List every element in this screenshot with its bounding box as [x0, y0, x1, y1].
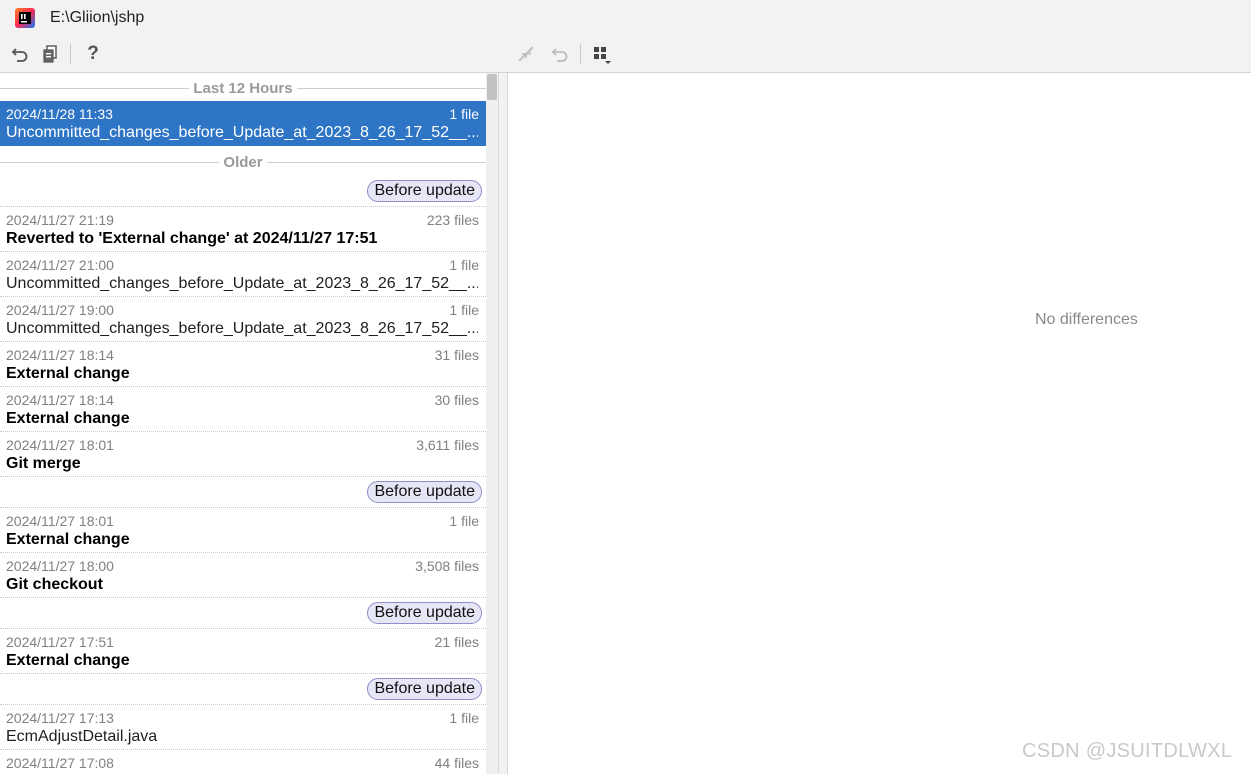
- entry-label: Uncommitted_changes_before_Update_at_202…: [6, 320, 478, 337]
- undo-arrow-icon: [11, 48, 28, 62]
- history-entry-selected[interactable]: 2024/11/28 11:33 1 file Uncommitted_chan…: [0, 101, 486, 146]
- entry-label: External change: [6, 365, 130, 382]
- entry-file-count: 44 files: [434, 755, 479, 771]
- entry-timestamp: 2024/11/27 17:51: [6, 634, 114, 650]
- history-entry[interactable]: 2024/11/27 17:08 44 files: [0, 750, 486, 774]
- tag-row: Before update: [0, 176, 486, 207]
- entry-timestamp: 2024/11/27 17:13: [6, 710, 114, 726]
- before-update-tag[interactable]: Before update: [367, 602, 482, 624]
- watermark: CSDN @JSUITDLWXL: [1022, 740, 1233, 762]
- help-button[interactable]: ?: [81, 42, 105, 66]
- entry-file-count: 1 file: [449, 106, 479, 122]
- revert-selected-button[interactable]: [548, 42, 572, 66]
- grid-dropdown-icon: [594, 47, 611, 64]
- history-entry[interactable]: 2024/11/27 21:19 223 files Reverted to '…: [0, 207, 486, 252]
- tag-row: Before update: [0, 598, 486, 629]
- entry-file-count: 1 file: [449, 257, 479, 273]
- title-bar: [0, 0, 1251, 37]
- entry-file-count: 21 files: [434, 634, 479, 650]
- entry-file-count: 30 files: [434, 392, 479, 408]
- history-entry[interactable]: 2024/11/27 17:13 1 file EcmAdjustDetail.…: [0, 705, 486, 750]
- entry-timestamp: 2024/11/27 18:01: [6, 513, 114, 529]
- diff-pane: [509, 73, 1251, 774]
- history-entry[interactable]: 2024/11/27 19:00 1 file Uncommitted_chan…: [0, 297, 486, 342]
- entry-file-count: 31 files: [434, 347, 479, 363]
- entry-timestamp: 2024/11/27 18:14: [6, 347, 114, 363]
- intellij-app-icon: [15, 8, 35, 28]
- entry-label: External change: [6, 652, 130, 669]
- entry-label: Git checkout: [6, 576, 103, 593]
- entry-timestamp: 2024/11/27 21:00: [6, 257, 114, 273]
- merge-arrows-icon: [518, 46, 534, 62]
- history-entry[interactable]: 2024/11/27 21:00 1 file Uncommitted_chan…: [0, 252, 486, 297]
- tag-row: Before update: [0, 477, 486, 508]
- entry-label: External change: [6, 531, 130, 548]
- entry-label: EcmAdjustDetail.java: [6, 728, 158, 745]
- pane-splitter[interactable]: [498, 73, 508, 774]
- entry-label: External change: [6, 410, 130, 427]
- create-patch-button[interactable]: [38, 42, 62, 66]
- vertical-scrollbar[interactable]: [486, 73, 498, 774]
- entry-timestamp: 2024/11/27 18:00: [6, 558, 114, 574]
- entry-file-count: 3,508 files: [415, 558, 479, 574]
- window-title: E:\Gliion\jshp: [50, 9, 145, 26]
- group-header-recent: Last 12 Hours: [0, 77, 486, 99]
- patch-file-icon: [43, 45, 57, 63]
- toolbar-separator: [70, 44, 71, 64]
- entry-timestamp: 2024/11/27 17:08: [6, 755, 114, 771]
- undo-arrow-icon: [551, 48, 568, 62]
- entry-label: Uncommitted_changes_before_Update_at_202…: [6, 124, 478, 141]
- entry-timestamp: 2024/11/27 21:19: [6, 212, 114, 228]
- before-update-tag[interactable]: Before update: [367, 678, 482, 700]
- history-list[interactable]: Last 12 Hours 2024/11/28 11:33 1 file Un…: [0, 73, 486, 774]
- entry-label: Git merge: [6, 455, 81, 472]
- tag-row: Before update: [0, 674, 486, 705]
- history-entry[interactable]: 2024/11/27 18:00 3,508 files Git checkou…: [0, 553, 486, 598]
- entry-file-count: 1 file: [449, 302, 479, 318]
- entry-timestamp: 2024/11/27 18:01: [6, 437, 114, 453]
- entry-label: Reverted to 'External change' at 2024/11…: [6, 230, 378, 247]
- entry-file-count: 1 file: [449, 710, 479, 726]
- entry-timestamp: 2024/11/27 18:14: [6, 392, 114, 408]
- before-update-tag[interactable]: Before update: [367, 180, 482, 202]
- history-entry[interactable]: 2024/11/27 18:01 1 file External change: [0, 508, 486, 553]
- entry-label: Uncommitted_changes_before_Update_at_202…: [6, 275, 478, 292]
- revert-button[interactable]: [8, 42, 32, 66]
- toolbar-separator: [580, 44, 581, 64]
- group-header-older: Older: [0, 151, 486, 173]
- scrollbar-thumb[interactable]: [487, 74, 497, 100]
- entry-file-count: 223 files: [426, 212, 479, 228]
- history-entry[interactable]: 2024/11/27 18:14 30 files External chang…: [0, 387, 486, 432]
- history-entry[interactable]: 2024/11/27 18:01 3,611 files Git merge: [0, 432, 486, 477]
- entry-file-count: 1 file: [449, 513, 479, 529]
- history-entry[interactable]: 2024/11/27 17:51 21 files External chang…: [0, 629, 486, 674]
- entry-timestamp: 2024/11/28 11:33: [6, 106, 113, 122]
- before-update-tag[interactable]: Before update: [367, 481, 482, 503]
- entry-timestamp: 2024/11/27 19:00: [6, 302, 114, 318]
- layout-options-button[interactable]: [590, 42, 614, 66]
- no-differences-message: No differences: [1035, 311, 1138, 328]
- entry-file-count: 3,611 files: [416, 437, 479, 453]
- apply-changes-button[interactable]: [514, 42, 538, 66]
- toolbar: [0, 37, 1251, 72]
- history-entry[interactable]: 2024/11/27 18:14 31 files External chang…: [0, 342, 486, 387]
